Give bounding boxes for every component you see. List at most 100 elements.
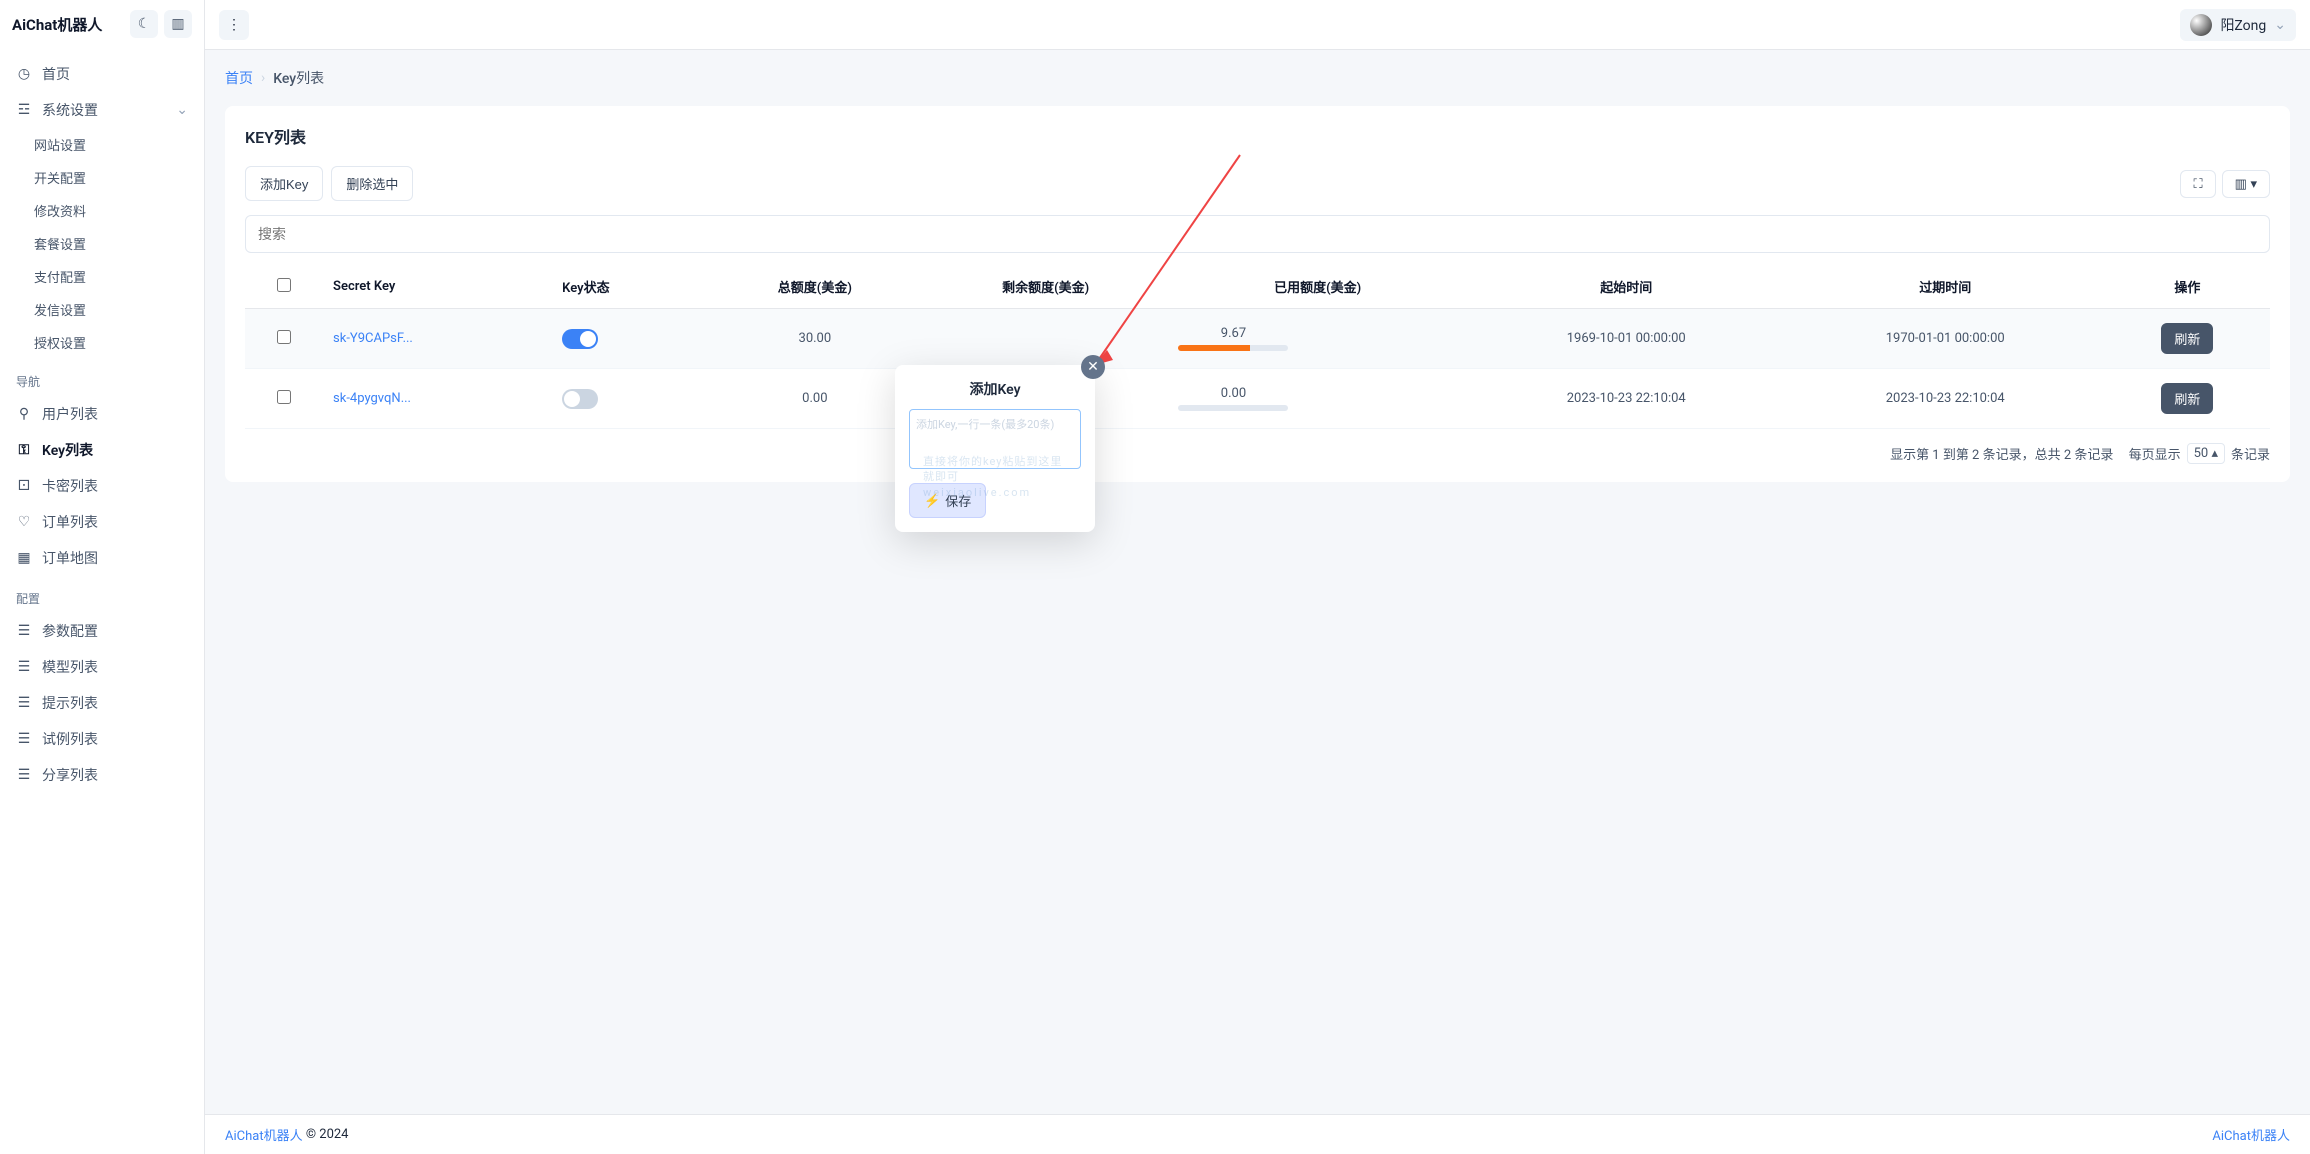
th-secret: Secret Key: [323, 265, 552, 309]
columns-button[interactable]: ▥ ▾: [2222, 170, 2270, 198]
user-name: 阳Zong: [2220, 15, 2266, 35]
nav-models[interactable]: ☰ 模型列表: [0, 649, 204, 685]
breadcrumb-sep: ›: [261, 70, 265, 86]
refresh-button[interactable]: 刷新: [2161, 383, 2213, 414]
nav-label: 首页: [42, 64, 70, 84]
sidebar: AiChat机器人 ☾ ▥ ◷ 首页 ☲ 系统设置 ⌄ 网站设置 开关配置 修改…: [0, 0, 205, 1154]
main: ⋮ 阳Zong ⌄ 首页 › Key列表 KEY列表 添加Key 删除选中: [205, 0, 2310, 1154]
moon-icon: ☾: [138, 16, 151, 32]
breadcrumb-home[interactable]: 首页: [225, 68, 253, 88]
dots-vertical-icon: ⋮: [227, 17, 241, 33]
close-button[interactable]: ✕: [1081, 355, 1105, 379]
key-textarea[interactable]: [909, 409, 1081, 469]
footer-right-link[interactable]: AiChat机器人: [2212, 1125, 2290, 1144]
status-toggle[interactable]: [562, 329, 598, 349]
nav-section-config: 配置: [0, 576, 204, 613]
nav-sub-site[interactable]: 网站设置: [34, 128, 204, 161]
key-link[interactable]: sk-4pygvqN...: [333, 391, 411, 406]
delete-selected-button[interactable]: 删除选中: [331, 166, 413, 201]
th-end: 过期时间: [1786, 265, 2105, 309]
cell-used: 0.00: [1168, 369, 1466, 429]
nav-orders[interactable]: ♡ 订单列表: [0, 504, 204, 540]
layout-toggle[interactable]: ▥: [164, 10, 192, 38]
nav-examples[interactable]: ☰ 试例列表: [0, 721, 204, 757]
avatar: [2190, 14, 2212, 36]
status-toggle[interactable]: [562, 389, 598, 409]
th-total: 总额度(美金): [707, 265, 923, 309]
chevron-down-icon: ⌄: [2274, 17, 2286, 33]
close-icon: ✕: [1087, 359, 1099, 375]
home-icon: ◷: [16, 66, 32, 82]
row-checkbox[interactable]: [277, 390, 291, 404]
sidebar-header: AiChat机器人 ☾ ▥: [0, 0, 204, 48]
th-start: 起始时间: [1467, 265, 1786, 309]
user-menu[interactable]: 阳Zong ⌄: [2180, 9, 2296, 41]
card: KEY列表 添加Key 删除选中 ⛶ ▥ ▾: [225, 106, 2290, 482]
pagination-suffix: 条记录: [2231, 444, 2270, 463]
map-icon: ▦: [16, 550, 32, 566]
nav-sub-mail[interactable]: 发信设置: [34, 293, 204, 326]
key-table: Secret Key Key状态 总额度(美金) 剩余额度(美金) 已用额度(美…: [245, 265, 2270, 429]
popover-title: 添加Key: [909, 379, 1081, 399]
heart-icon: ♡: [16, 514, 32, 530]
nav-home[interactable]: ◷ 首页: [0, 56, 204, 92]
cell-start: 2023-10-23 22:10:04: [1467, 369, 1786, 429]
breadcrumb: 首页 › Key列表: [225, 68, 2290, 88]
search-input[interactable]: [245, 215, 2270, 253]
theme-toggle[interactable]: ☾: [130, 10, 158, 38]
nav-sub-pay[interactable]: 支付配置: [34, 260, 204, 293]
th-status: Key状态: [552, 265, 707, 309]
nav-keys[interactable]: ⚿ Key列表: [0, 432, 204, 468]
expand-icon: ⛶: [2193, 176, 2202, 191]
pagination: 显示第 1 到第 2 条记录，总共 2 条记录 每页显示 50 ▴ 条记录: [245, 429, 2270, 464]
th-remain: 剩余额度(美金): [923, 265, 1169, 309]
stack-icon: ☰: [16, 659, 32, 675]
row-checkbox[interactable]: [277, 330, 291, 344]
nav-ordermap[interactable]: ▦ 订单地图: [0, 540, 204, 576]
cell-total: 30.00: [707, 309, 923, 369]
nav-system-sub: 网站设置 开关配置 修改资料 套餐设置 支付配置 发信设置 授权设置: [0, 128, 204, 359]
nav-params[interactable]: ☰ 参数配置: [0, 613, 204, 649]
breadcrumb-current: Key列表: [273, 68, 324, 88]
refresh-button[interactable]: 刷新: [2161, 323, 2213, 354]
card-icon: ⚀: [16, 478, 32, 494]
add-key-button[interactable]: 添加Key: [245, 166, 323, 201]
nav-share[interactable]: ☰ 分享列表: [0, 757, 204, 793]
content: 首页 › Key列表 KEY列表 添加Key 删除选中 ⛶ ▥ ▾: [205, 50, 2310, 1114]
nav-users[interactable]: ⚲ 用户列表: [0, 396, 204, 432]
key-icon: ⚿: [16, 442, 32, 458]
nav-sub-plan[interactable]: 套餐设置: [34, 227, 204, 260]
stack-icon: ☰: [16, 731, 32, 747]
th-check: [245, 265, 323, 309]
fullscreen-button[interactable]: ⛶: [2180, 170, 2215, 198]
save-button[interactable]: ⚡ 保存: [909, 483, 986, 518]
select-all-checkbox[interactable]: [277, 278, 291, 292]
per-page-select[interactable]: 50 ▴: [2187, 443, 2225, 464]
nav-system[interactable]: ☲ 系统设置 ⌄: [0, 92, 204, 128]
nav-sub-profile[interactable]: 修改资料: [34, 194, 204, 227]
cell-total: 0.00: [707, 369, 923, 429]
topbar: ⋮ 阳Zong ⌄: [205, 0, 2310, 50]
nav-sub-auth[interactable]: 授权设置: [34, 326, 204, 359]
cell-end: 1970-01-01 00:00:00: [1786, 309, 2105, 369]
nav-label: 系统设置: [42, 100, 98, 120]
more-button[interactable]: ⋮: [219, 10, 249, 40]
chevron-down-icon: ⌄: [176, 102, 188, 118]
pagination-info: 显示第 1 到第 2 条记录，总共 2 条记录: [1890, 444, 2113, 463]
per-page-label: 每页显示: [2129, 444, 2181, 463]
nav-sub-switch[interactable]: 开关配置: [34, 161, 204, 194]
layers-icon: ☲: [16, 102, 32, 118]
stack-icon: ☰: [16, 623, 32, 639]
card-title: KEY列表: [245, 124, 2270, 148]
stack-icon: ☰: [16, 695, 32, 711]
nav-prompts[interactable]: ☰ 提示列表: [0, 685, 204, 721]
nav-cardkeys[interactable]: ⚀ 卡密列表: [0, 468, 204, 504]
stack-icon: ☰: [16, 767, 32, 783]
footer: AiChat机器人 © 2024 AiChat机器人: [205, 1114, 2310, 1154]
footer-brand[interactable]: AiChat机器人: [225, 1125, 303, 1144]
key-link[interactable]: sk-Y9CAPsF...: [333, 331, 413, 346]
toolbar: 添加Key 删除选中 ⛶ ▥ ▾: [245, 166, 2270, 201]
monitor-icon: ▥: [171, 16, 184, 32]
th-action: 操作: [2105, 265, 2270, 309]
cell-start: 1969-10-01 00:00:00: [1467, 309, 1786, 369]
